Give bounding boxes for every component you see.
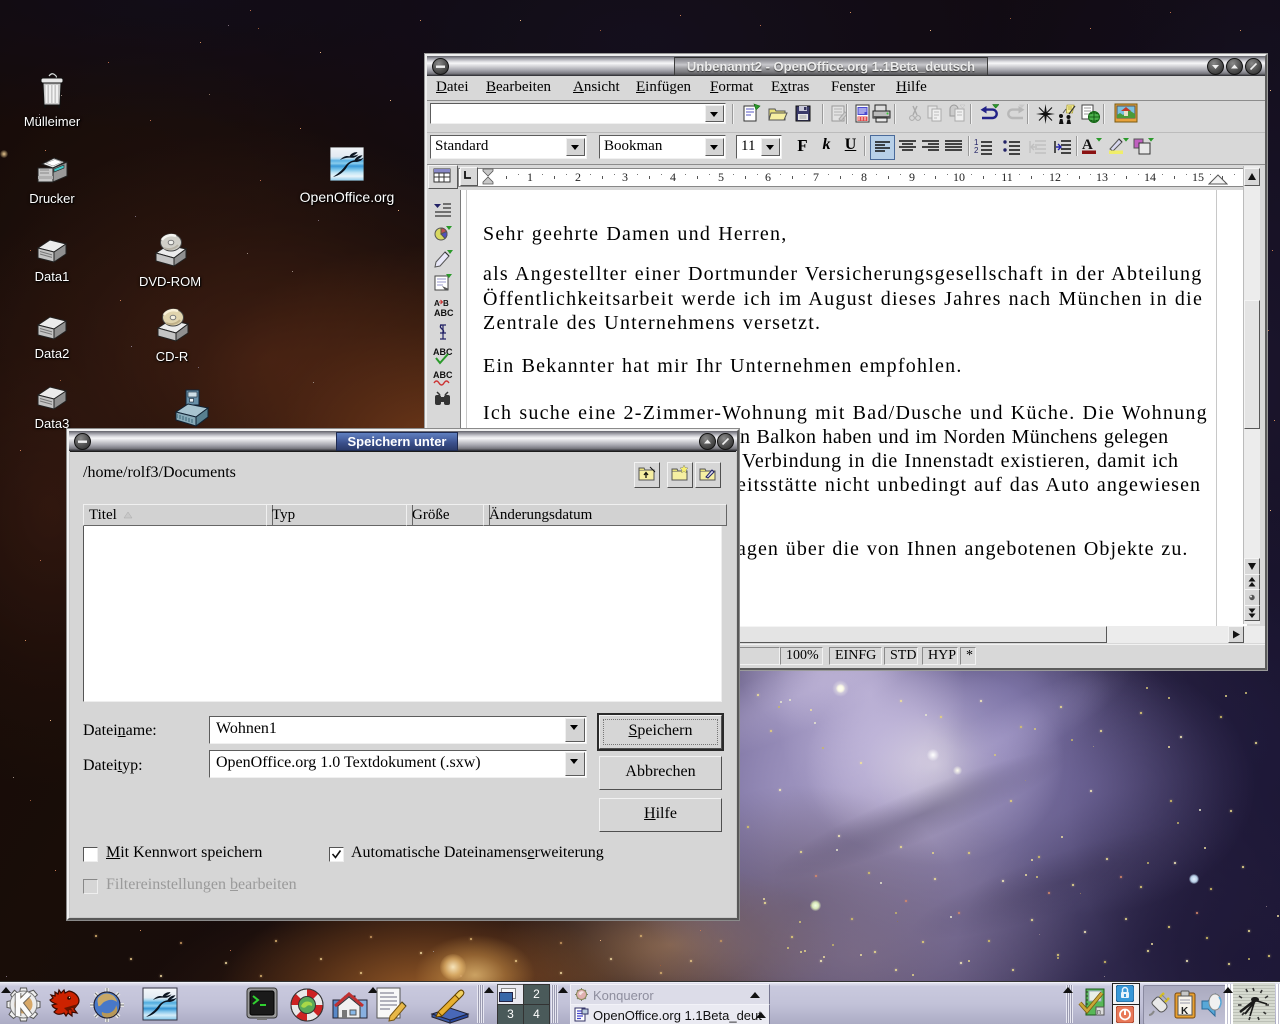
svg-text:ABC: ABC [433,370,453,380]
svg-text:ABC: ABC [433,347,453,357]
svg-text:K: K [1181,1006,1189,1017]
svg-text:ABC: ABC [434,308,454,318]
svg-text:n: n [1097,1009,1101,1016]
svg-text:2: 2 [974,146,979,155]
svg-text:A: A [434,299,440,308]
svg-text:B: B [443,299,449,308]
